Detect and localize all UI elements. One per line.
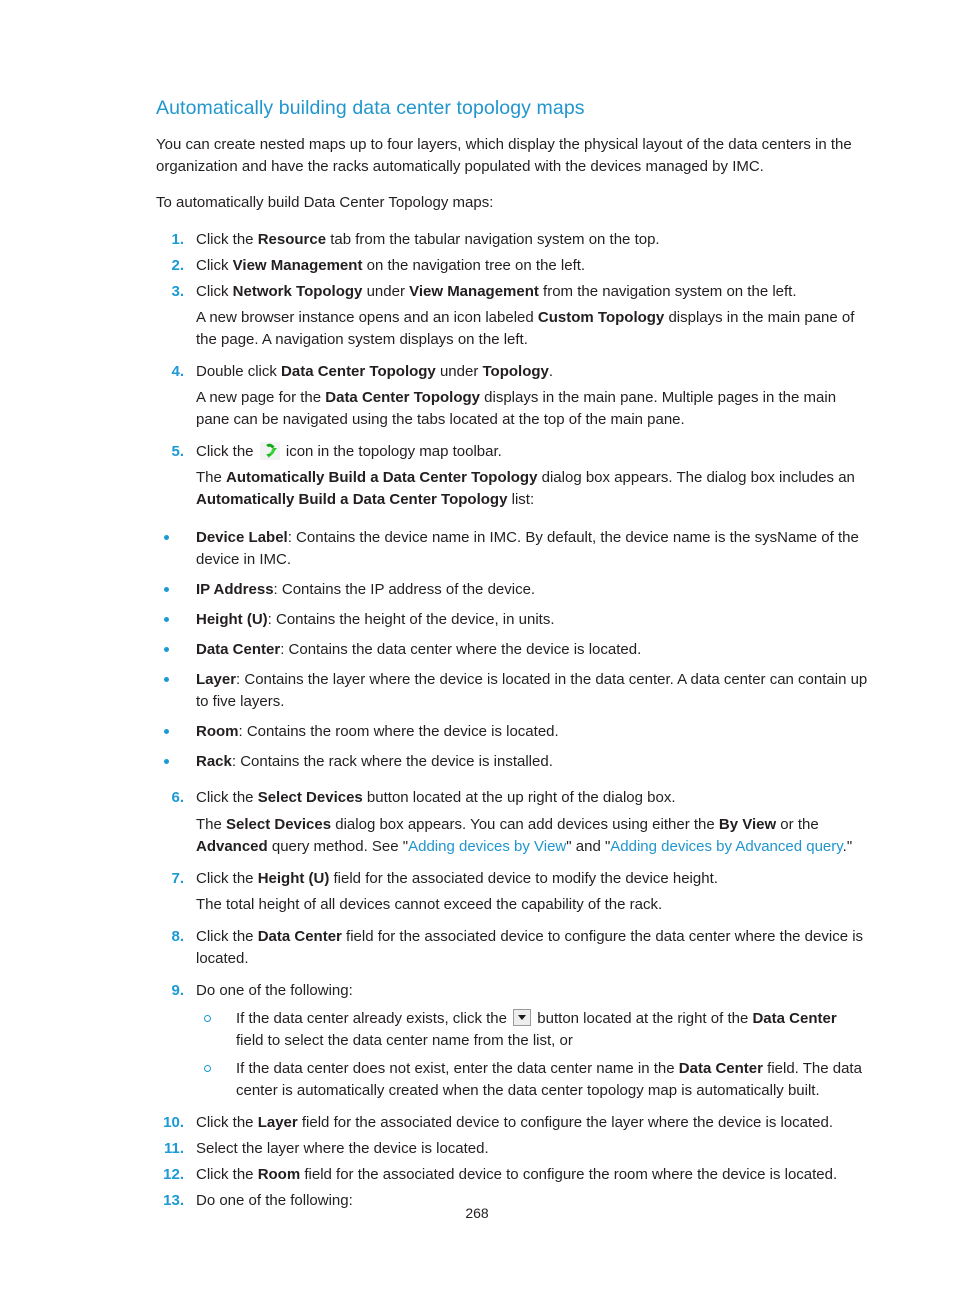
step-number: 1. <box>171 230 184 248</box>
step-item-12: 12. Click the Room field for the associa… <box>156 1164 868 1186</box>
step-note: The Automatically Build a Data Center To… <box>196 468 855 508</box>
field-bullet-text: Layer: Contains the layer where the devi… <box>196 671 868 711</box>
field-bullet-text: Data Center: Contains the data center wh… <box>196 641 642 659</box>
step-text: Click the Data Center field for the asso… <box>196 927 864 967</box>
step-text: Click View Management on the navigation … <box>196 256 586 274</box>
step-text: Select the layer where the device is loc… <box>196 1140 489 1158</box>
option-text: If the data center does not exist, enter… <box>236 1059 862 1099</box>
field-bullet-data-center: Data Center: Contains the data center wh… <box>156 639 868 661</box>
step-text: Click the icon in the topology map toolb… <box>196 441 502 460</box>
step-item-11: 11. Select the layer where the device is… <box>156 1138 868 1160</box>
step-text: Click the Height (U) field for the assoc… <box>196 869 718 887</box>
step-number: 7. <box>171 869 184 887</box>
step-note: The Select Devices dialog box appears. Y… <box>196 815 853 855</box>
field-bullet-text: Height (U): Contains the height of the d… <box>196 611 555 629</box>
bullet-dot-icon <box>164 535 169 541</box>
field-bullet-text: Device Label: Contains the device name i… <box>196 529 859 569</box>
step-item-1: 1. Click the Resource tab from the tabul… <box>156 229 868 251</box>
step-number: 6. <box>171 789 184 807</box>
step-item-4: 4. Double click Data Center Topology und… <box>156 361 868 431</box>
page-content: Automatically building data center topol… <box>156 96 868 1216</box>
step9-option-existing-data-center: If the data center already exists, click… <box>196 1008 868 1052</box>
step-number: 2. <box>171 256 184 274</box>
field-bullet-ip-address: IP Address: Contains the IP address of t… <box>156 579 868 601</box>
step-note: A new browser instance opens and an icon… <box>196 308 855 348</box>
bullet-dot-icon <box>164 677 169 683</box>
link-adding-devices-by-advanced-query[interactable]: Adding devices by Advanced query <box>610 838 842 855</box>
step-item-9: 9. Do one of the following: If the data … <box>156 980 868 1102</box>
dropdown-arrow-icon[interactable] <box>513 1008 532 1026</box>
step-number: 11. <box>163 1140 184 1158</box>
document-page: Automatically building data center topol… <box>0 0 954 1296</box>
link-adding-devices-by-view[interactable]: Adding devices by View <box>408 838 566 855</box>
step-number: 3. <box>171 282 184 300</box>
step-number: 8. <box>171 927 184 945</box>
field-bullet-room: Room: Contains the room where the device… <box>156 721 868 743</box>
build-topology-green-arrow-icon <box>259 441 280 460</box>
page-number: 268 <box>465 1205 489 1221</box>
hollow-circle-bullet-icon <box>204 1014 211 1022</box>
step-number: 4. <box>171 362 184 380</box>
field-bullet-text: Room: Contains the room where the device… <box>196 723 559 741</box>
field-bullet-text: IP Address: Contains the IP address of t… <box>196 581 536 599</box>
step-item-6: 6. Click the Select Devices button locat… <box>156 787 868 857</box>
field-bullet-device-label: Device Label: Contains the device name i… <box>156 527 868 571</box>
step-note: A new page for the Data Center Topology … <box>196 388 837 428</box>
field-bullet-text: Rack: Contains the rack where the device… <box>196 753 553 771</box>
step-text: Click the Layer field for the associated… <box>196 1114 834 1132</box>
step-number: 5. <box>171 442 184 460</box>
field-bullet-height-u: Height (U): Contains the height of the d… <box>156 609 868 631</box>
bullet-dot-icon <box>164 647 169 653</box>
intro-paragraph-1: You can create nested maps up to four la… <box>156 136 852 176</box>
page-title: Automatically building data center topol… <box>156 97 585 119</box>
step-item-3: 3. Click Network Topology under View Man… <box>156 281 868 351</box>
step9-option-new-data-center: If the data center does not exist, enter… <box>196 1058 868 1102</box>
step-text: Do one of the following: <box>196 981 353 999</box>
step-item-7: 7. Click the Height (U) field for the as… <box>156 868 868 916</box>
step-number: 12. <box>163 1166 184 1184</box>
step-item-10: 10. Click the Layer field for the associ… <box>156 1112 868 1134</box>
step-item-2: 2. Click View Management on the navigati… <box>156 255 868 277</box>
bullet-dot-icon <box>164 759 169 765</box>
step-text: Click the Select Devices button located … <box>196 789 676 807</box>
bullet-dot-icon <box>164 617 169 623</box>
step-number: 9. <box>171 981 184 999</box>
option-text: If the data center already exists, click… <box>236 1008 837 1049</box>
step-note: The total height of all devices cannot e… <box>196 895 663 913</box>
step-text: Click the Resource tab from the tabular … <box>196 230 660 248</box>
bullet-dot-icon <box>164 729 169 735</box>
step-number: 10. <box>163 1114 184 1132</box>
step-text: Click Network Topology under View Manage… <box>196 282 797 300</box>
field-bullet-layer: Layer: Contains the layer where the devi… <box>156 669 868 713</box>
intro-paragraph-2: To automatically build Data Center Topol… <box>156 194 494 212</box>
step-text: Double click Data Center Topology under … <box>196 362 554 380</box>
step-text: Click the Room field for the associated … <box>196 1166 838 1184</box>
step-item-5: 5. Click the icon in the topology map to… <box>156 441 868 511</box>
bullet-dot-icon <box>164 587 169 593</box>
hollow-circle-bullet-icon <box>204 1064 211 1072</box>
field-bullet-rack: Rack: Contains the rack where the device… <box>156 751 868 773</box>
step-item-8: 8. Click the Data Center field for the a… <box>156 926 868 970</box>
